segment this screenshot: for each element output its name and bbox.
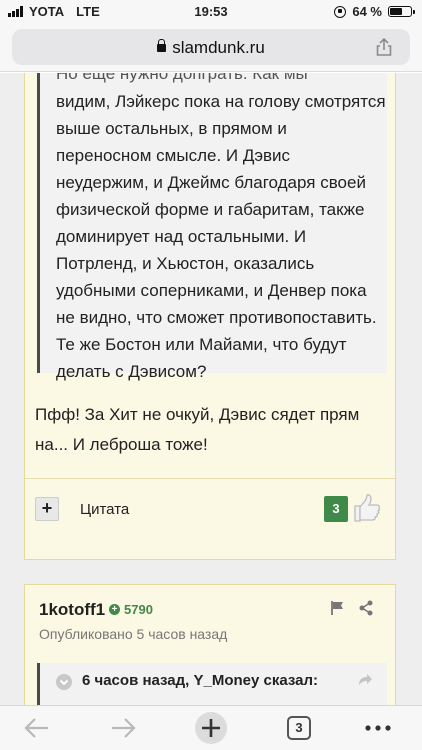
url-text: slamdunk.ru: [172, 38, 265, 57]
address-text-wrap: slamdunk.ru: [12, 38, 410, 58]
quote-text: видим, Лэйкерс пока на голову смотрятся …: [56, 92, 386, 381]
address-bar[interactable]: slamdunk.ru: [12, 29, 410, 65]
browser-toolbar: 3: [0, 705, 422, 750]
page-content: Но еще нужно допграть. Как мы видим, Лэй…: [0, 73, 422, 705]
back-icon[interactable]: [22, 714, 52, 742]
go-to-post-icon[interactable]: [356, 671, 374, 689]
reputation-plus-icon: +: [109, 604, 120, 615]
author-name[interactable]: 1kotoff1: [39, 600, 105, 620]
battery-icon: [388, 6, 415, 17]
quote-body: Но еще нужно допграть. Как мы видим, Лэй…: [56, 73, 386, 385]
browser-header: slamdunk.ru: [0, 24, 422, 72]
post-date: Опубликовано 5 часов назад: [39, 626, 228, 642]
like-count: 3: [324, 496, 348, 522]
share-icon[interactable]: [358, 600, 374, 616]
more-icon[interactable]: [362, 714, 394, 742]
post-divider: [25, 478, 395, 479]
battery-fill: [390, 8, 403, 15]
lock-icon: [157, 39, 167, 52]
reputation-count: 5790: [124, 602, 153, 617]
forum-post: 1kotoff1 + 5790 Опубликовано 5 часов наз…: [24, 584, 396, 705]
multiquote-button[interactable]: +: [35, 497, 59, 521]
quote-block: Но еще нужно допграть. Как мы видим, Лэй…: [37, 73, 387, 381]
share-icon[interactable]: [374, 37, 394, 57]
thumbs-up-icon[interactable]: [350, 492, 382, 524]
forward-icon[interactable]: [108, 714, 138, 742]
status-bar: YOTA LTE 19:53 64 %: [0, 0, 422, 24]
flag-icon[interactable]: [330, 600, 346, 616]
new-tab-icon[interactable]: [194, 711, 228, 745]
quote-header: 6 часов назад, Y_Money сказал:: [82, 672, 319, 689]
tabs-button[interactable]: 3: [287, 716, 311, 740]
forum-post: Но еще нужно допграть. Как мы видим, Лэй…: [24, 73, 396, 560]
quote-block: 6 часов назад, Y_Money сказал:: [37, 663, 387, 705]
chevron-down-icon[interactable]: [55, 673, 73, 691]
quote-cut-line: Но еще нужно допграть. Как мы: [56, 73, 308, 83]
quote-button[interactable]: Цитата: [80, 501, 129, 518]
rotation-lock-icon: [334, 5, 347, 18]
battery-percent: 64 %: [352, 4, 382, 19]
post-text: Пфф! За Хит не очкуй, Дэвис сядет прям н…: [35, 405, 360, 454]
status-right: 64 %: [334, 4, 415, 19]
